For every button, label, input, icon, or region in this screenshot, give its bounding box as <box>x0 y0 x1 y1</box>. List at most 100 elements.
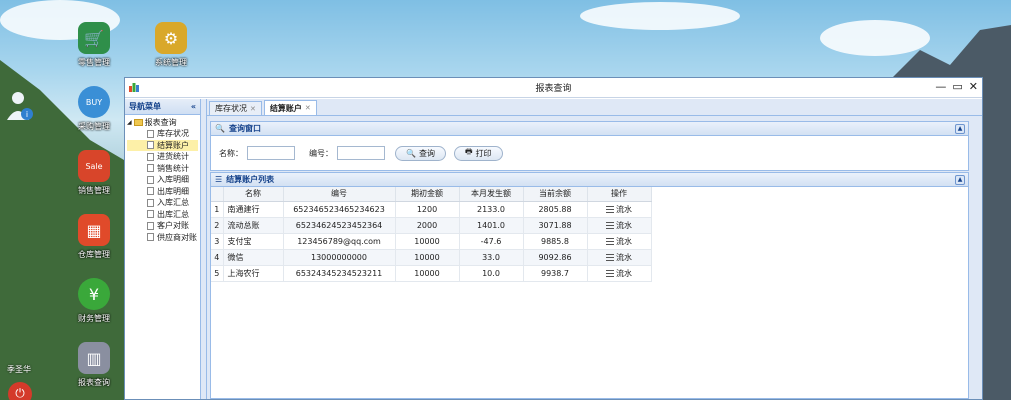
column-header[interactable]: 当前余额 <box>523 187 588 202</box>
tab-inventory[interactable]: 库存状况 ✕ <box>209 101 262 115</box>
flow-link-label: 流水 <box>616 252 632 262</box>
nav-tree: ◢ 报表查询 库存状况 结算账户 进货统计 销售统计 入库明细 出库明细 入库汇… <box>125 115 200 245</box>
table-row[interactable]: 1 南通建行 652346523465234623 1200 2133.0 28… <box>211 201 652 218</box>
desktop-icon-warehouse[interactable]: ▦ 仓库管理 <box>64 214 124 260</box>
collapse-nav-icon[interactable]: « <box>191 102 196 111</box>
column-header[interactable]: 本月发生额 <box>459 187 524 202</box>
column-header[interactable]: 期初金额 <box>395 187 460 202</box>
tree-item-customer-reconcile[interactable]: 客户对账 <box>127 220 198 232</box>
expand-arrow-icon[interactable]: ◢ <box>127 119 132 126</box>
close-tab-icon[interactable]: ✕ <box>250 105 256 113</box>
query-panel-title: 查询窗口 <box>228 124 261 133</box>
search-icon: 🔍 <box>215 124 225 133</box>
code-input[interactable] <box>337 146 385 160</box>
folder-icon <box>133 119 143 126</box>
list-panel-title: 结算账户列表 <box>226 175 275 184</box>
account-table: 名称 编号 期初金额 本月发生额 当前余额 操作 1 南通建行 65234652… <box>211 187 652 282</box>
gear-icon: ⚙ <box>155 22 187 54</box>
tab-settlement-account[interactable]: 结算账户 ✕ <box>263 100 317 115</box>
account-code: 652346523465234623 <box>283 201 396 218</box>
current-balance: 9938.7 <box>523 265 588 282</box>
initial-amount: 10000 <box>395 233 460 250</box>
table-row[interactable]: 2 流动总账 65234624523452364 2000 1401.0 307… <box>211 217 652 234</box>
flow-link[interactable]: 流水 <box>606 236 632 247</box>
flow-link-label: 流水 <box>616 236 632 246</box>
user-name: 季圣华 <box>7 365 31 374</box>
account-name: 南通建行 <box>223 201 284 218</box>
tree-root[interactable]: ◢ 报表查询 <box>127 117 198 128</box>
flow-link[interactable]: 流水 <box>606 252 632 263</box>
initial-amount: 2000 <box>395 217 460 234</box>
table-header-row: 名称 编号 期初金额 本月发生额 当前余额 操作 <box>211 187 652 202</box>
power-icon[interactable]: ⏻ <box>8 382 32 400</box>
month-amount: 33.0 <box>459 249 524 266</box>
user-area: i <box>0 90 40 126</box>
desktop-icon-label: 零售管理 <box>78 58 110 67</box>
flow-link-label: 流水 <box>616 268 632 278</box>
boxes-icon: ▦ <box>78 214 110 246</box>
current-balance: 9092.86 <box>523 249 588 266</box>
tree-item-outbound-summary[interactable]: 出库汇总 <box>127 209 198 221</box>
tree-item-settlement-account[interactable]: 结算账户 <box>127 139 198 151</box>
collapse-list-icon[interactable]: ▲ <box>955 175 965 185</box>
flow-link[interactable]: 流水 <box>606 204 632 215</box>
search-button[interactable]: 🔍 查询 <box>395 145 446 161</box>
print-button[interactable]: 🖶 打印 <box>453 145 503 161</box>
list-icon <box>606 253 614 261</box>
flow-link[interactable]: 流水 <box>606 220 632 231</box>
flow-cell: 流水 <box>587 265 652 282</box>
account-name: 上海农行 <box>223 265 284 282</box>
tree-item-purchase-stats[interactable]: 进货统计 <box>127 151 198 163</box>
document-icon <box>147 187 154 196</box>
minimize-button[interactable]: — <box>935 80 946 93</box>
row-number: 4 <box>211 249 224 266</box>
cloud <box>580 2 740 30</box>
initial-amount: 1200 <box>395 201 460 218</box>
tree-item-sales-stats[interactable]: 销售统计 <box>127 163 198 175</box>
desktop-icon-label: 销售管理 <box>78 186 110 195</box>
close-button[interactable]: ✕ <box>969 80 978 93</box>
flow-cell: 流水 <box>587 217 652 234</box>
table-row[interactable]: 5 上海农行 65324345234523211 10000 10.0 9938… <box>211 265 652 282</box>
table-row[interactable]: 3 支付宝 123456789@qq.com 10000 -47.6 9885.… <box>211 233 652 250</box>
tree-item-label: 供应商对账 <box>157 232 197 242</box>
report-chart-icon: ▥ <box>78 342 110 374</box>
desktop-icon-sales[interactable]: Sale 销售管理 <box>64 150 124 196</box>
tree-item-inbound-summary[interactable]: 入库汇总 <box>127 197 198 209</box>
tree-item-inbound-detail[interactable]: 入库明细 <box>127 174 198 186</box>
name-input[interactable] <box>247 146 295 160</box>
user-info-icon[interactable]: i <box>5 90 35 124</box>
column-header[interactable]: 编号 <box>283 187 396 202</box>
column-header[interactable]: 操作 <box>587 187 652 202</box>
vertical-scrollbar[interactable] <box>970 116 982 399</box>
tab-bar: 库存状况 ✕ 结算账户 ✕ <box>207 99 982 116</box>
nav-title: 导航菜单 <box>129 102 161 111</box>
desktop-icon-purchase[interactable]: BUY 采购管理 <box>64 86 124 132</box>
flow-link[interactable]: 流水 <box>606 268 632 279</box>
print-button-label: 打印 <box>475 148 492 158</box>
document-icon <box>147 129 154 138</box>
initial-amount: 10000 <box>395 249 460 266</box>
tree-item-outbound-detail[interactable]: 出库明细 <box>127 186 198 198</box>
tree-item-label: 销售统计 <box>157 163 189 173</box>
tree-item-label: 出库明细 <box>157 186 189 196</box>
close-tab-icon[interactable]: ✕ <box>305 104 311 112</box>
desktop-icon-retail[interactable]: 🛒 零售管理 <box>64 22 124 68</box>
desktop-icon-system[interactable]: ⚙ 系统管理 <box>141 22 201 68</box>
document-icon <box>147 233 154 242</box>
account-code: 123456789@qq.com <box>283 233 396 250</box>
collapse-query-icon[interactable]: ▲ <box>955 124 965 134</box>
column-header[interactable]: 名称 <box>223 187 284 202</box>
tree-root-label: 报表查询 <box>144 118 177 127</box>
maximize-button[interactable]: ▭ <box>952 80 962 93</box>
table-row[interactable]: 4 微信 13000000000 10000 33.0 9092.86 流水 <box>211 249 652 266</box>
flow-link-label: 流水 <box>616 204 632 214</box>
desktop-icon-reports[interactable]: ▥ 报表查询 <box>64 342 124 388</box>
tree-item-supplier-reconcile[interactable]: 供应商对账 <box>127 232 198 244</box>
tree-item-inventory[interactable]: 库存状况 <box>127 128 198 140</box>
row-number: 1 <box>211 201 224 218</box>
row-number: 3 <box>211 233 224 250</box>
window-titlebar[interactable]: 报表查询 — ▭ ✕ <box>125 78 982 98</box>
desktop-icon-finance[interactable]: ¥ 财务管理 <box>64 278 124 324</box>
list-icon <box>606 269 614 277</box>
